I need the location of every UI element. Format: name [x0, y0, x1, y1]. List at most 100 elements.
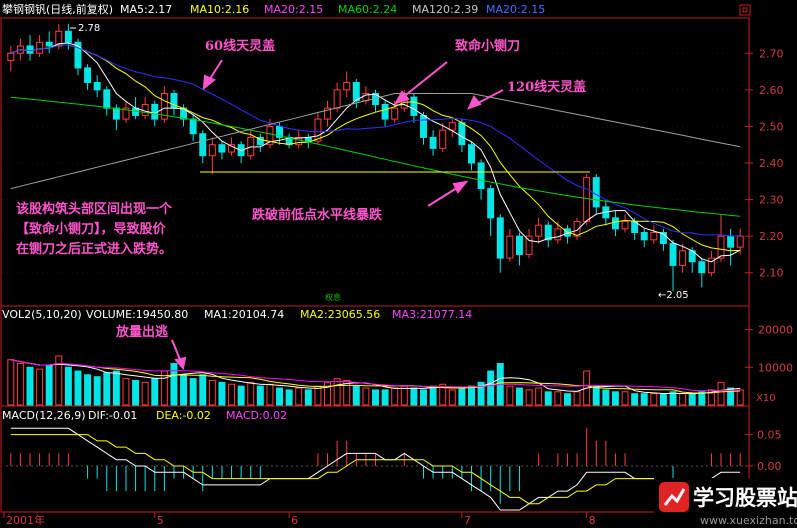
annotation-120-line: 120线天灵盖: [507, 79, 586, 95]
volume-bar-down: [563, 393, 571, 406]
volume-bar-down: [640, 393, 648, 406]
annotation-blade: 致命小铡刀: [455, 38, 520, 54]
trend-logo-icon: [659, 482, 689, 512]
candle-down: [669, 242, 677, 266]
candle-up: [448, 122, 456, 131]
volume-bar-down: [84, 374, 92, 406]
volume-bar-down: [688, 393, 696, 406]
volume-bar-up: [621, 391, 629, 406]
candle-up: [535, 224, 543, 237]
volume-bar-down: [381, 389, 389, 406]
volume-bar-down: [285, 389, 293, 406]
volume-bar-up: [679, 393, 687, 406]
volume-bar-up: [314, 385, 322, 406]
volume-bar-down: [93, 376, 101, 406]
volume-bar-up: [295, 387, 303, 406]
volume-bar-down: [410, 387, 418, 406]
volume-bar-up: [400, 385, 408, 406]
volume-bar-down: [189, 378, 197, 406]
note-line-1: 该股构筑头部区间出现一个: [16, 201, 173, 217]
volume-bar-up: [573, 391, 581, 406]
candle-down: [477, 162, 485, 190]
volume-tick-label: 20000: [758, 324, 793, 337]
candle-up: [554, 228, 562, 241]
price-tick-label: 2.30: [759, 194, 784, 207]
volume-bar-down: [592, 385, 600, 406]
volume-unit-label: X10: [756, 393, 776, 404]
candle-up: [736, 235, 744, 248]
volume-bar-down: [237, 385, 245, 406]
macd-tick-label: 0.05: [757, 429, 782, 442]
vol-ma1-line: [10, 359, 741, 395]
price-tick-label: 2.10: [759, 267, 784, 280]
candle-up: [391, 107, 399, 120]
month-label: 6: [291, 514, 298, 527]
volume-bar-down: [544, 391, 552, 406]
ma60-line: [10, 96, 741, 217]
note-line-2: 【致命小铡刀】，导致股价: [16, 221, 167, 237]
candle-down: [410, 96, 418, 116]
candle-down: [458, 122, 466, 146]
candle-down: [218, 144, 226, 153]
stock-chart: 2.70 2.60 2.50 2.40 2.30 2.20 2.10 20000 10000 0.…: [0, 2, 797, 528]
volume-bar-down: [26, 366, 34, 406]
ma20-readout: MA20:2.15: [264, 3, 323, 16]
ma20b-readout: MA20:2.15: [486, 3, 545, 16]
watermark-title: 学习股票站: [693, 486, 797, 510]
volume-bar-up: [122, 378, 130, 406]
note-line-3: 在铡刀之后正式进入跌势。: [16, 241, 172, 257]
volume-bar-down: [151, 378, 159, 406]
vol-ma3: MA3:21077.14: [392, 308, 472, 321]
month-label: 5: [157, 514, 164, 527]
volume-bar-down: [112, 370, 120, 406]
candle-down: [84, 67, 92, 84]
candle-up: [583, 177, 591, 223]
vol-ma2-line: [10, 359, 741, 394]
low-price-label: ←2.05: [658, 290, 689, 301]
candle-down: [103, 89, 111, 109]
volume-bar-down: [467, 385, 475, 406]
volume-bar-up: [36, 368, 44, 406]
volume-bar-down: [276, 387, 284, 406]
watermark-url: www.xuexizhan.top: [700, 514, 797, 527]
candle-down: [189, 118, 197, 135]
candle-up: [679, 250, 687, 266]
volume-bar-down: [218, 381, 226, 406]
volume-bar-down: [420, 389, 427, 406]
volume-bar-down: [515, 387, 523, 406]
candle-up: [36, 41, 44, 54]
window-restore-icon[interactable]: [739, 4, 751, 16]
ma10-readout: MA10:2.16: [190, 3, 249, 16]
candle-up: [343, 82, 351, 91]
candle-down: [26, 45, 34, 54]
volume-bar-down: [372, 389, 379, 406]
volume-bar-up: [16, 363, 24, 406]
candle-down: [420, 114, 427, 138]
stock-title: 攀钢钢钒(日线,前复权): [2, 2, 113, 16]
volume-bar-down: [180, 374, 188, 406]
month-label: 2001年: [6, 513, 45, 527]
macd-tick-label: 0.00: [757, 460, 782, 473]
volume-bar-down: [458, 387, 466, 406]
volume-bar-up: [391, 387, 399, 406]
volume-bar-up: [333, 378, 341, 406]
vol-value: VOLUME:19450.80: [86, 308, 188, 321]
candle-up: [208, 144, 216, 157]
volume-bar-down: [64, 366, 72, 406]
candle-up: [717, 235, 725, 259]
candle-down: [429, 136, 437, 149]
volume-bar-up: [650, 393, 658, 406]
candle-down: [112, 107, 120, 120]
volume-bar-up: [141, 381, 149, 406]
volume-bar-up: [208, 379, 216, 406]
volume-bar-down: [103, 372, 111, 406]
candle-up: [7, 52, 15, 62]
candle-down: [467, 144, 475, 164]
volume-bar-up: [228, 383, 236, 406]
volume-bar-down: [487, 370, 495, 406]
annotation-60-line: 60线天灵盖: [205, 38, 275, 54]
annotation-volume: 放量出逃: [115, 324, 169, 340]
volume-bar-down: [611, 391, 619, 406]
volume-bar-up: [247, 381, 255, 406]
month-label: 8: [589, 514, 596, 527]
